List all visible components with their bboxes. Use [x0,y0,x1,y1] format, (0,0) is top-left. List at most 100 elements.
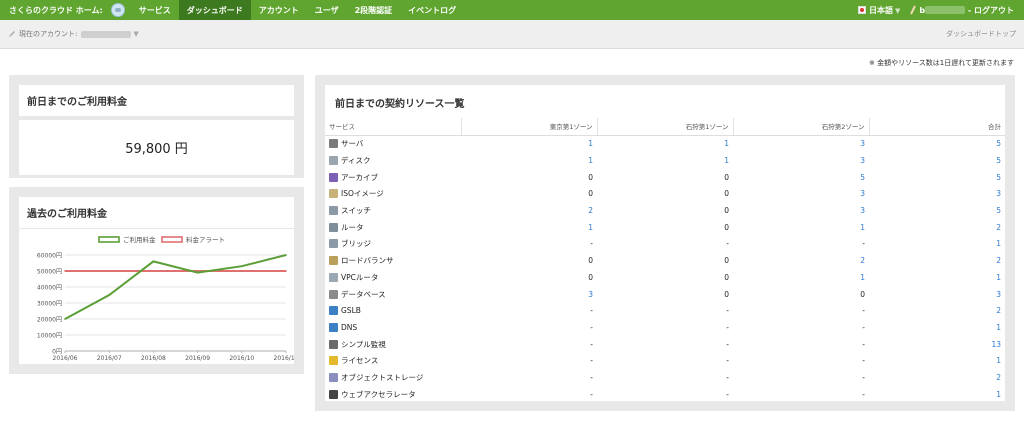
data-point [108,294,110,296]
load-balancer-icon [329,256,338,266]
logout-link[interactable]: - ログアウト [968,6,1014,15]
service-name: オブジェクトストレージ [341,372,424,382]
table-row: スイッチ 2 0 3 5 [325,202,1005,219]
account-selector[interactable] [81,30,132,38]
database-icon [329,289,338,299]
table-row: データベース 3 0 0 3 [325,286,1005,303]
total-count[interactable]: 2 [869,219,1005,236]
table-row: ルータ 1 0 1 2 [325,219,1005,236]
fee-amount: 59,800 円 [19,120,294,175]
service-name: ディスク [341,156,371,166]
table-row: ライセンス - - -1 [325,352,1005,369]
tokyo1-count[interactable]: 1 [461,135,597,152]
resources-panel: 前日までの契約リソース一覧 サービス 東京第1ゾーン 石狩第1ゾーン 石狩第2ゾ… [315,75,1015,411]
total-count[interactable]: 3 [869,186,1005,203]
total-count[interactable]: 1 [869,319,1005,336]
bridge-icon [329,239,338,249]
data-point [64,318,66,320]
service-cell: DNS [325,319,461,336]
license-icon [329,356,338,366]
service-name: アーカイブ [341,172,379,182]
total-count[interactable]: 5 [869,202,1005,219]
ishikari1-count: - [726,322,729,332]
total-count[interactable]: 2 [869,369,1005,386]
iso-image-icon [329,189,338,199]
chevron-down-icon[interactable]: ▼ [133,30,138,38]
pencil-icon [9,31,15,37]
cloud-home-icon[interactable] [110,3,125,17]
service-name: ウェブアクセラレータ [341,389,416,399]
ishikari2-count[interactable]: 1 [733,219,869,236]
ishikari1-count: - [726,372,729,382]
brand[interactable]: さくらのクラウド ホーム: [0,0,125,20]
fee-title-box: 前日までのご利用料金 [19,85,294,117]
ishikari1-count: - [726,306,729,316]
japan-flag-icon [857,6,866,14]
service-name: スイッチ [341,206,371,216]
ishikari1-count[interactable]: 1 [597,135,733,152]
ishikari1-count: 0 [724,222,729,232]
brand-label: さくらのクラウド ホーム: [9,5,103,15]
nav-item-dashboard[interactable]: ダッシュボード [178,0,251,20]
nav-item-event-log[interactable]: イベントログ [400,0,464,20]
table-row: ISOイメージ 0 0 3 3 [325,186,1005,203]
tokyo1-count[interactable]: 1 [461,219,597,236]
ishikari1-count: 0 [724,189,729,199]
total-count[interactable]: 2 [869,302,1005,319]
tokyo1-count: - [590,306,593,316]
tokyo1-count[interactable]: 1 [461,152,597,169]
total-count[interactable]: 5 [869,135,1005,152]
total-count[interactable]: 1 [869,352,1005,369]
table-row: アーカイブ 0 0 5 5 [325,169,1005,186]
table-header-row: サービス 東京第1ゾーン 石狩第1ゾーン 石狩第2ゾーン 合計 [325,118,1005,136]
service-name: ロードバランサ [341,256,394,266]
account-label: 現在のアカウント: [19,30,78,38]
tokyo1-count: - [590,239,593,249]
ishikari2-count[interactable]: 1 [733,269,869,286]
tokyo1-count[interactable]: 2 [461,202,597,219]
usage-chart: 0円10000円20000円30000円40000円50000円60000円20… [37,235,299,362]
nav-item-account[interactable]: アカウント [251,0,307,20]
header-ishikari1: 石狩第1ゾーン [596,118,733,136]
service-cell: アーカイブ [325,169,461,186]
ishikari2-count[interactable]: 5 [733,169,869,186]
total-count[interactable]: 1 [869,269,1005,286]
ishikari1-count: 0 [724,289,729,299]
dashboard-top-link[interactable]: ダッシュボードトップ [946,29,1016,39]
ishikari2-count[interactable]: 3 [733,152,869,169]
fee-title: 前日までのご利用料金 [19,85,294,117]
header-service: サービス [325,118,461,136]
total-count[interactable]: 5 [869,169,1005,186]
service-name: サーバ [341,139,364,149]
vpc-router-icon [329,272,338,282]
total-count[interactable]: 3 [869,286,1005,303]
total-count[interactable]: 2 [869,252,1005,269]
language-selector[interactable]: 日本語 ▼ [857,5,900,16]
ishikari2-count[interactable]: 3 [733,186,869,203]
nav-item-services[interactable]: サービス [131,0,179,20]
total-count[interactable]: 5 [869,152,1005,169]
nav-item-two-factor[interactable]: 2段階認証 [347,0,401,20]
total-count[interactable]: 1 [869,386,1005,403]
total-count[interactable]: 1 [869,236,1005,253]
language-label: 日本語 [868,5,893,15]
ishikari2-count: - [862,239,865,249]
tokyo1-count: - [590,372,593,382]
tokyo1-count[interactable]: 3 [461,286,597,303]
nav-item-users[interactable]: ユーザ [307,0,347,20]
total-count[interactable]: 13 [869,336,1005,353]
dns-icon [329,322,338,332]
ishikari2-count[interactable]: 3 [733,202,869,219]
resources-table: サービス 東京第1ゾーン 石狩第1ゾーン 石狩第2ゾーン 合計 サーバ 1 1 3 5 デ… [325,118,1005,403]
service-cell: ブリッジ [325,236,461,253]
ishikari1-count: - [726,356,729,366]
ishikari1-count[interactable]: 1 [597,152,733,169]
ishikari1-count: 0 [724,256,729,266]
ishikari2-count[interactable]: 2 [733,252,869,269]
ishikari2-count[interactable]: 3 [733,135,869,152]
disk-icon [329,156,338,166]
user-menu[interactable]: b - ログアウト [910,5,1014,16]
y-tick-label: 20000円 [37,317,62,324]
data-point [152,260,155,263]
ishikari1-count: - [726,339,729,349]
